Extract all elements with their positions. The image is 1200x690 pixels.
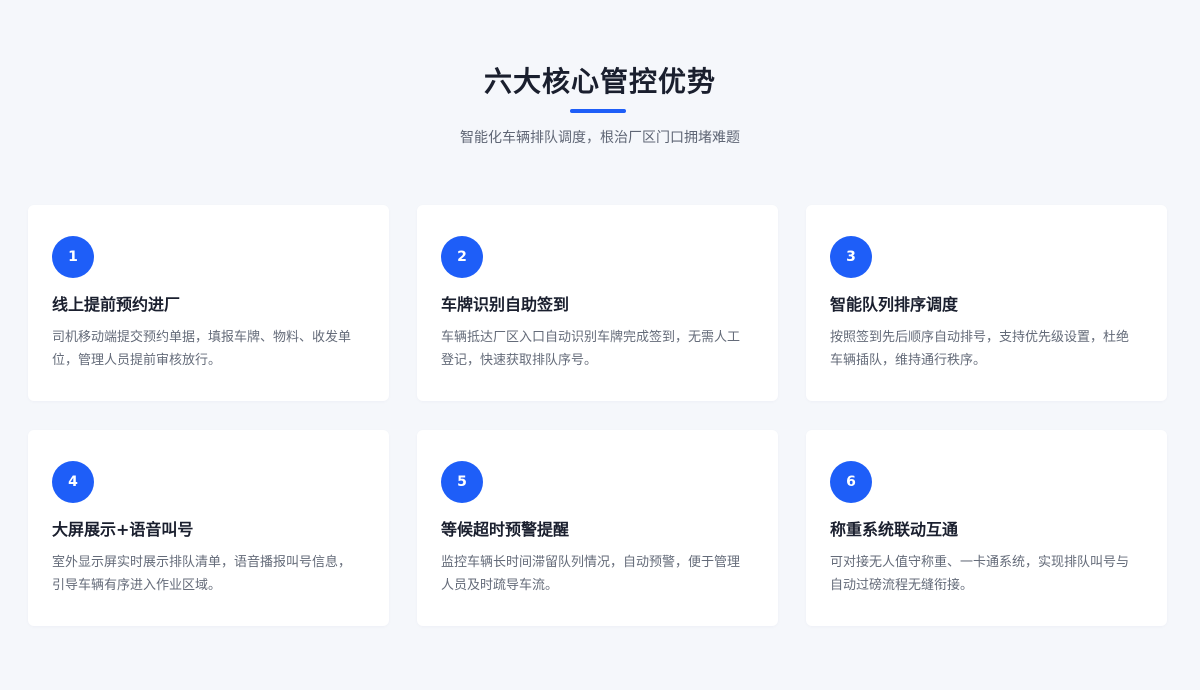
feature-number-badge: 6 — [830, 461, 872, 503]
feature-card-4: 4 大屏展示+语音叫号 室外显示屏实时展示排队清单，语音播报叫号信息，引导车辆有… — [28, 430, 389, 626]
title-underline — [570, 109, 626, 113]
feature-card-5: 5 等候超时预警提醒 监控车辆长时间滞留队列情况，自动预警，便于管理人员及时疏导… — [417, 430, 778, 626]
feature-description: 室外显示屏实时展示排队清单，语音播报叫号信息，引导车辆有序进入作业区域。 — [52, 555, 352, 593]
feature-number-badge: 1 — [52, 236, 94, 278]
page-title: 六大核心管控优势 — [483, 65, 716, 98]
feature-card-1: 1 线上提前预约进厂 司机移动端提交预约单据，填报车牌、物料、收发单位，管理人员… — [28, 205, 389, 401]
feature-title: 等候超时预警提醒 — [441, 520, 570, 539]
feature-card-2: 2 车牌识别自助签到 车辆抵达厂区入口自动识别车牌完成签到，无需人工登记，快速获… — [417, 205, 778, 401]
feature-title: 车牌识别自助签到 — [441, 295, 570, 314]
feature-description: 监控车辆长时间滞留队列情况，自动预警，便于管理人员及时疏导车流。 — [441, 555, 741, 593]
feature-description: 司机移动端提交预约单据，填报车牌、物料、收发单位，管理人员提前审核放行。 — [52, 330, 352, 368]
feature-card-6: 6 称重系统联动互通 可对接无人值守称重、一卡通系统，实现排队叫号与自动过磅流程… — [806, 430, 1167, 626]
feature-grid: 1 线上提前预约进厂 司机移动端提交预约单据，填报车牌、物料、收发单位，管理人员… — [28, 205, 1168, 626]
page-subtitle: 智能化车辆排队调度，根治厂区门口拥堵难题 — [460, 130, 740, 146]
feature-number-badge: 4 — [52, 461, 94, 503]
feature-title: 线上提前预约进厂 — [52, 295, 181, 314]
feature-number-badge: 5 — [441, 461, 483, 503]
feature-number-badge: 2 — [441, 236, 483, 278]
feature-description: 可对接无人值守称重、一卡通系统，实现排队叫号与自动过磅流程无缝衔接。 — [830, 555, 1130, 593]
feature-title: 大屏展示+语音叫号 — [52, 520, 194, 539]
feature-description: 按照签到先后顺序自动排号，支持优先级设置，杜绝车辆插队，维持通行秩序。 — [830, 330, 1130, 368]
feature-card-3: 3 智能队列排序调度 按照签到先后顺序自动排号，支持优先级设置，杜绝车辆插队，维… — [806, 205, 1167, 401]
feature-description: 车辆抵达厂区入口自动识别车牌完成签到，无需人工登记，快速获取排队序号。 — [441, 330, 741, 368]
feature-number-badge: 3 — [830, 236, 872, 278]
feature-title: 智能队列排序调度 — [830, 295, 959, 314]
feature-title: 称重系统联动互通 — [830, 520, 959, 539]
